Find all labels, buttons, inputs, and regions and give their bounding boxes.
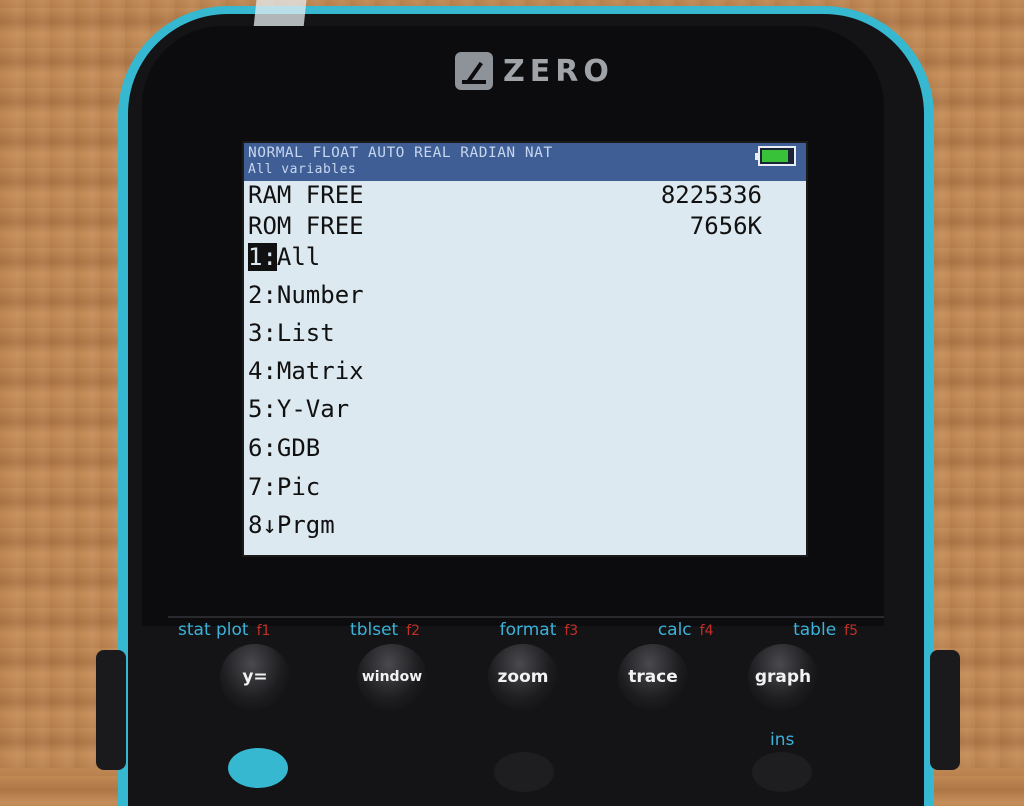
menu-item-all[interactable]: 1:All xyxy=(248,243,320,275)
menu-item-label: Prgm xyxy=(276,511,335,539)
menu-item-label: Number xyxy=(276,281,364,309)
ram-free-row: RAM FREE 8225336 xyxy=(248,181,762,211)
zero-logo-icon xyxy=(455,52,493,90)
ram-free-label: RAM FREE xyxy=(248,181,364,209)
brand-logo: ZERO xyxy=(455,50,614,92)
menu-item-list[interactable]: 3:List xyxy=(248,319,335,351)
menu-item-label: Y-Var xyxy=(276,395,350,423)
menu-item-number: 1: xyxy=(248,243,277,271)
window-key[interactable]: window xyxy=(357,644,427,710)
menu-item-label: All xyxy=(276,243,321,271)
menu-item-label: Matrix xyxy=(276,357,364,385)
calc-label: calc f4 xyxy=(657,620,714,640)
keypad-key[interactable] xyxy=(752,752,812,792)
keypad-divider xyxy=(168,616,884,618)
ins-label: ins xyxy=(770,730,795,750)
menu-item-label: Pic xyxy=(276,473,321,501)
menu-item-label: List xyxy=(276,319,335,347)
screen-title: All variables xyxy=(248,162,357,177)
menu-item-number: 2: xyxy=(248,281,277,309)
menu-item-number: 6: xyxy=(248,434,277,462)
menu-item-number: 3: xyxy=(248,319,277,347)
menu-item-number: 4: xyxy=(248,357,277,385)
menu-item-matrix[interactable]: 4:Matrix xyxy=(248,357,364,389)
function-key-labels: stat plot f1 tblset f2 format f3 calc f4 tab… xyxy=(178,620,858,644)
zoom-key[interactable]: zoom xyxy=(488,644,558,710)
graph-key[interactable]: graph xyxy=(748,644,818,710)
table-label: table f5 xyxy=(793,620,858,640)
rom-free-label: ROM FREE xyxy=(248,212,364,240)
y-equals-key[interactable]: y= xyxy=(220,644,290,710)
battery-icon xyxy=(755,146,796,166)
format-label: format f3 xyxy=(499,620,579,640)
device-side-left xyxy=(96,650,126,770)
menu-item-y-var[interactable]: 5:Y-Var xyxy=(248,395,349,427)
menu-item-label: GDB xyxy=(276,434,321,462)
rom-free-row: ROM FREE 7656K xyxy=(248,212,762,242)
trace-key[interactable]: trace xyxy=(618,644,688,710)
status-bar: NORMAL FLOAT AUTO REAL RADIAN NAT All va… xyxy=(244,143,806,181)
rom-free-value: 7656K xyxy=(689,212,762,240)
device-side-right xyxy=(930,650,960,770)
menu-item-gdb[interactable]: 6:GDB xyxy=(248,434,320,466)
nav-key-blue[interactable] xyxy=(228,748,288,788)
menu-item-number: 5: xyxy=(248,395,277,423)
brand-name: ZERO xyxy=(503,53,614,89)
tblset-label: tblset f2 xyxy=(350,620,421,640)
mode-status-text: NORMAL FLOAT AUTO REAL RADIAN NAT xyxy=(248,145,553,161)
menu-item-pic[interactable]: 7:Pic xyxy=(248,473,320,505)
ram-free-value: 8225336 xyxy=(660,181,762,209)
stat-plot-label: stat plot f1 xyxy=(178,620,271,640)
calculator-screen: NORMAL FLOAT AUTO REAL RADIAN NAT All va… xyxy=(242,141,808,557)
menu-item-number: 7: xyxy=(248,473,277,501)
menu-item-number[interactable]: 2:Number xyxy=(248,281,364,313)
keypad-key[interactable] xyxy=(494,752,554,792)
menu-item-prgm[interactable]: 8↓Prgm xyxy=(248,511,335,543)
menu-item-number: 8↓ xyxy=(248,511,277,539)
tape-strip xyxy=(253,0,307,28)
battery-level xyxy=(762,150,788,162)
